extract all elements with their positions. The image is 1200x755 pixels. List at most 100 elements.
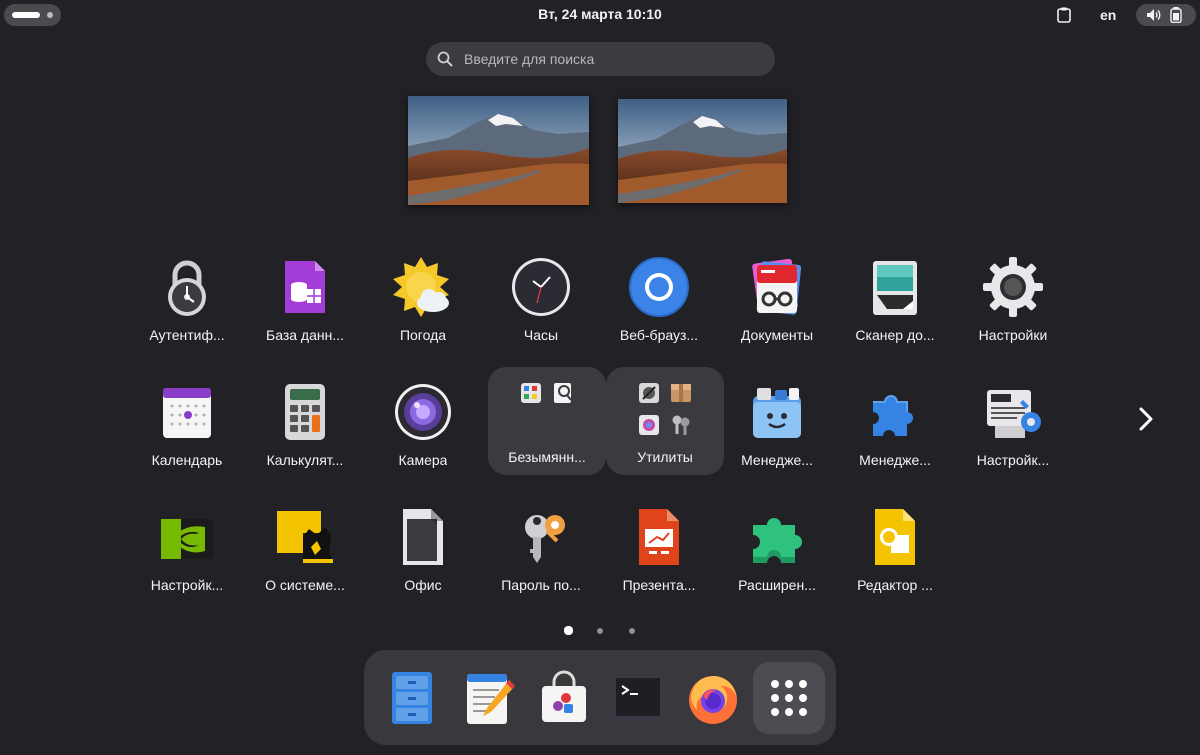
app-label: Безымянн... [508,449,586,465]
archive-box-mini-icon [671,384,691,402]
keyboard-layout-indicator[interactable]: en [1100,7,1116,23]
calculator-icon [285,384,325,440]
app-grid-icon [771,680,807,716]
app-label: Веб-брауз... [619,327,699,343]
terminal-icon [614,676,662,720]
app-label: Менедже... [859,452,931,468]
battery-icon [1170,7,1182,23]
dock-show-apps[interactable] [753,662,825,734]
green-puzzle-icon [753,518,802,563]
wallpaper-image [408,96,589,205]
app-system-settings[interactable]: Настройк... [954,370,1072,478]
disk-usage-mini-icon [639,383,659,403]
app-label: Расширен... [738,577,816,593]
app-clocks[interactable]: Часы [482,245,600,353]
camera-icon [395,384,451,440]
app-presentation[interactable]: Презента... [600,495,718,603]
app-camera[interactable]: Камера [364,370,482,478]
text-editor-icon [467,674,515,724]
app-label: Менедже... [741,452,813,468]
app-documents[interactable]: Документы [718,245,836,353]
app-label: Аутентиф... [149,327,225,343]
app-label: Настройк... [150,577,224,593]
password-key-icon [525,515,565,563]
app-web-browser[interactable]: Веб-брауз... [600,245,718,353]
calculator-mini-icon [521,383,541,403]
file-cabinet-icon [392,672,432,724]
system-settings-icon [987,390,1041,438]
search-input[interactable] [464,42,764,76]
app-label: Настройки [978,327,1048,343]
system-menu-button[interactable] [1136,4,1196,26]
app-settings[interactable]: Настройки [954,245,1072,353]
screenshot-mini-icon [639,415,659,435]
web-browser-icon [629,257,689,317]
search-icon [437,51,453,67]
workspace-indicator-dot [47,12,53,18]
app-nvidia-settings[interactable]: Настройк... [128,495,246,603]
calendar-icon [163,388,211,438]
app-label: Пароль по... [501,577,581,593]
keys-mini-icon [672,415,690,435]
app-office[interactable]: Офис [364,495,482,603]
app-label: Калькулят... [266,452,344,468]
activities-button[interactable] [4,4,61,26]
app-label: Утилиты [637,449,693,465]
app-calendar[interactable]: Календарь [128,370,246,478]
app-label: Погода [399,327,447,343]
firefox-icon [689,676,737,724]
app-label: Часы [523,327,559,343]
folder-utilities[interactable]: Утилиты [606,367,724,475]
search-bar[interactable] [426,42,775,76]
app-label: Офис [404,577,442,593]
dock-text-editor[interactable] [453,662,525,734]
app-label: Презента... [622,577,696,593]
page-indicator-1[interactable] [564,626,573,635]
office-icon [403,509,443,565]
workspace-thumbnail-2[interactable] [618,99,787,203]
weather-icon [393,257,449,317]
app-label: Редактор ... [857,577,933,593]
page-indicator-3[interactable] [629,628,635,634]
page-indicator-2[interactable] [597,628,603,634]
basealt-icon [277,511,333,563]
app-about-system[interactable]: О системе... [246,495,364,603]
app-label: Настройк... [976,452,1050,468]
app-label: Камера [398,452,448,468]
app-extension-manager[interactable]: Менедже... [836,370,954,478]
app-draw-editor[interactable]: Редактор ... [836,495,954,603]
nvidia-icon [161,519,213,559]
dock-software-center[interactable] [528,662,600,734]
presentation-icon [639,509,679,565]
extensions-puzzle-icon [873,395,913,436]
settings-gear-icon [983,257,1043,317]
app-file-manager[interactable]: Менедже... [718,370,836,478]
workspace-indicator-active [12,12,40,18]
app-label: Сканер до... [855,327,935,343]
app-document-scanner[interactable]: Сканер до... [836,245,954,353]
workspace-thumbnail-1[interactable] [408,96,589,205]
app-label: Календарь [151,452,223,468]
search-document-mini-icon [554,383,572,403]
speaker-icon [1147,9,1161,21]
clock-date[interactable]: Вт, 24 марта 10:10 [500,6,700,22]
folder-unnamed[interactable]: Безымянн... [488,367,606,475]
app-label: База данн... [266,327,344,343]
app-weather[interactable]: Погода [364,245,482,353]
app-database[interactable]: База данн... [246,245,364,353]
clock-icon [512,258,570,316]
dock-firefox[interactable] [677,662,749,734]
shopping-bag-icon [542,670,586,722]
documents-icon [752,258,802,315]
wallpaper-image [618,99,787,203]
padlock-icon [168,260,206,316]
app-extensions[interactable]: Расширен... [718,495,836,603]
dock-files[interactable] [376,662,448,734]
app-password[interactable]: Пароль по... [482,495,600,603]
dock-terminal[interactable] [602,662,674,734]
app-calculator[interactable]: Калькулят... [246,370,364,478]
next-page-arrow-icon[interactable] [1133,403,1157,435]
app-authenticator[interactable]: Аутентиф... [128,245,246,353]
clipboard-icon[interactable] [1057,7,1071,23]
database-icon [285,261,325,313]
